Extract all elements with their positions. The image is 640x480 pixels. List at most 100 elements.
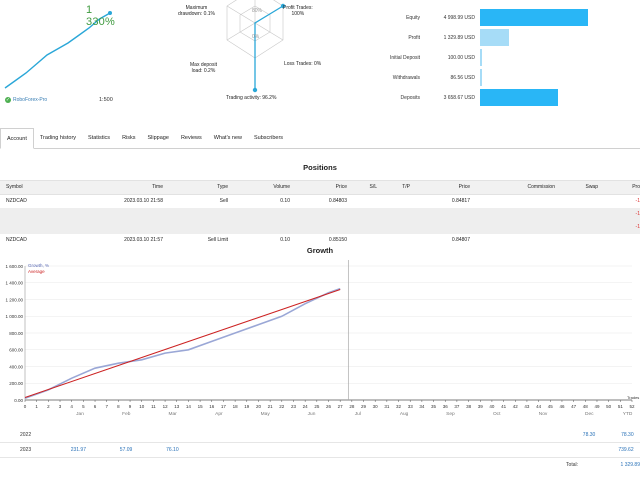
- balance-bar: [480, 9, 589, 26]
- balance-bar: [480, 29, 509, 46]
- tab-trading-history[interactable]: Trading history: [34, 128, 82, 148]
- balance-value: 100.00 USD: [447, 54, 475, 61]
- y-tick-label: 400.00: [9, 364, 23, 369]
- growth-chart: 0.00200.00400.00600.00800.001 000.001 20…: [5, 260, 635, 416]
- year-month-value: 78.30: [582, 432, 596, 438]
- x-tick-label: 42: [513, 404, 519, 409]
- radar-label-max-deposit-load: Max deposit load: 0.2%: [190, 62, 217, 74]
- legend-growth: Growth, %: [28, 263, 49, 268]
- growth-summary-card: 1 330% ✓ RoboForex-Pro 1:500: [0, 0, 120, 112]
- series-line-average: [24, 289, 341, 398]
- position-cell-symbol: NZDCAD: [6, 198, 27, 204]
- position-cell-time: 2023.03.10 21:58: [124, 198, 163, 204]
- x-tick-label: 33: [408, 404, 414, 409]
- position-cell-price2: 0.84817: [451, 198, 470, 204]
- x-tick-label: 19: [244, 404, 250, 409]
- x-tick-label: 52: [629, 404, 635, 409]
- month-label: Nov: [539, 411, 548, 416]
- balance-value: 86.56 USD: [450, 74, 475, 81]
- x-tick-label: 16: [209, 404, 215, 409]
- balance-value: 4 998.99 USD: [443, 14, 475, 21]
- balance-bar: [480, 69, 483, 86]
- positions-header-cell: Volume: [273, 184, 290, 190]
- radar-label-profit-trades: Profit Trades: 100%: [283, 5, 313, 17]
- y-tick-label: 1 600.00: [5, 264, 23, 269]
- y-tick-label: 600.00: [9, 348, 23, 353]
- broker-name: RoboForex-Pro: [13, 97, 48, 103]
- balance-label: Deposits: [400, 94, 420, 101]
- x-tick-label: 41: [501, 404, 507, 409]
- tab-risks[interactable]: Risks: [116, 128, 141, 148]
- x-tick-label: 0: [24, 404, 27, 409]
- radar-label-trading-activity: Trading activity: 96.2%: [226, 95, 277, 101]
- y-tick-label: 1 200.00: [5, 297, 23, 302]
- position-group-mark: -1: [635, 211, 640, 217]
- x-tick-label: 51: [618, 404, 624, 409]
- position-cell-type: Sell: [219, 198, 228, 204]
- radar-label-loss-trades: Loss Trades: 0%: [284, 61, 322, 67]
- x-tick-label: 35: [431, 404, 437, 409]
- tab-account[interactable]: Account: [0, 128, 34, 149]
- broker-link[interactable]: ✓ RoboForex-Pro: [5, 97, 47, 103]
- total-row: Total: 1 329.89: [0, 458, 640, 472]
- x-tick-label: 43: [524, 404, 530, 409]
- balance-bar: [480, 89, 559, 106]
- x-tick-label: 2: [47, 404, 50, 409]
- balance-bar: [480, 49, 483, 66]
- x-tick-label: 28: [349, 404, 355, 409]
- position-cell-volume: 0.10: [280, 198, 290, 204]
- positions-header-cell: Pro: [632, 184, 640, 190]
- y-tick-label: 1 400.00: [5, 281, 23, 286]
- y-tick-label: 0.00: [14, 398, 23, 403]
- y-tick-label: 1 000.00: [5, 314, 23, 319]
- year-month-value: 739.62: [618, 447, 634, 453]
- radar-series: [254, 5, 284, 90]
- positions-table: Symbol Time Type Volume Price S/L T/P Price Comm…: [0, 180, 640, 247]
- tab-slippage[interactable]: Slippage: [142, 128, 175, 148]
- x-tick-label: 23: [291, 404, 297, 409]
- growth-value: 1 330%: [86, 4, 115, 28]
- radar-top-mark: 80%: [252, 8, 263, 14]
- month-label: YTD: [623, 411, 633, 416]
- y-tick-label: 800.00: [9, 331, 23, 336]
- tab-what-s-new[interactable]: What's new: [208, 128, 248, 148]
- year-label: 2023: [20, 447, 32, 453]
- x-tick-label: 14: [186, 404, 192, 409]
- year-month-value: 78.30: [621, 432, 634, 438]
- balance-row: Initial Deposit 100.00 USD: [360, 49, 640, 66]
- x-tick-label: 46: [559, 404, 565, 409]
- x-tick-label: 47: [571, 404, 577, 409]
- x-tick-label: 15: [198, 404, 204, 409]
- tab-subscribers[interactable]: Subscribers: [248, 128, 289, 148]
- radar-point-activity: [252, 87, 258, 93]
- month-label: Oct: [493, 411, 501, 416]
- x-tick-label: 34: [419, 404, 425, 409]
- x-tick-label: 17: [221, 404, 227, 409]
- year-month-value: 231.97: [70, 447, 86, 453]
- balance-value: 1 329.89 USD: [443, 34, 475, 41]
- x-tick-label: 30: [373, 404, 379, 409]
- x-tick-label: 40: [489, 404, 495, 409]
- position-row[interactable]: NZDCAD 2023.03.10 21:58 Sell 0.10 0.84803 0.8…: [0, 195, 640, 208]
- tab-statistics[interactable]: Statistics: [82, 128, 116, 148]
- tab-reviews[interactable]: Reviews: [175, 128, 208, 148]
- x-tick-label: 50: [606, 404, 612, 409]
- tab-bar: Account Trading history Statistics Risks Sli…: [0, 128, 640, 149]
- positions-title: Positions: [303, 163, 337, 172]
- positions-header-cell: Commission: [527, 184, 555, 190]
- positions-header-cell: Swap: [585, 184, 598, 190]
- x-tick-label: 11: [151, 404, 156, 409]
- x-tick-label: 5: [82, 404, 85, 409]
- x-tick-label: 37: [454, 404, 460, 409]
- total-value: 1 329.89: [620, 462, 640, 468]
- x-tick-label: 49: [594, 404, 600, 409]
- balance-row: Withdrawals 86.56 USD: [360, 69, 640, 86]
- total-label: Total:: [566, 462, 578, 468]
- position-group-mark: -1: [635, 224, 640, 230]
- positions-header-cell: Symbol: [6, 184, 23, 190]
- radar-label-max-drawdown: Maximum drawdown: 0.1%: [178, 5, 215, 17]
- x-tick-label: 7: [105, 404, 108, 409]
- x-tick-label: 48: [583, 404, 589, 409]
- balance-label: Initial Deposit: [389, 54, 420, 61]
- x-tick-label: 21: [268, 404, 274, 409]
